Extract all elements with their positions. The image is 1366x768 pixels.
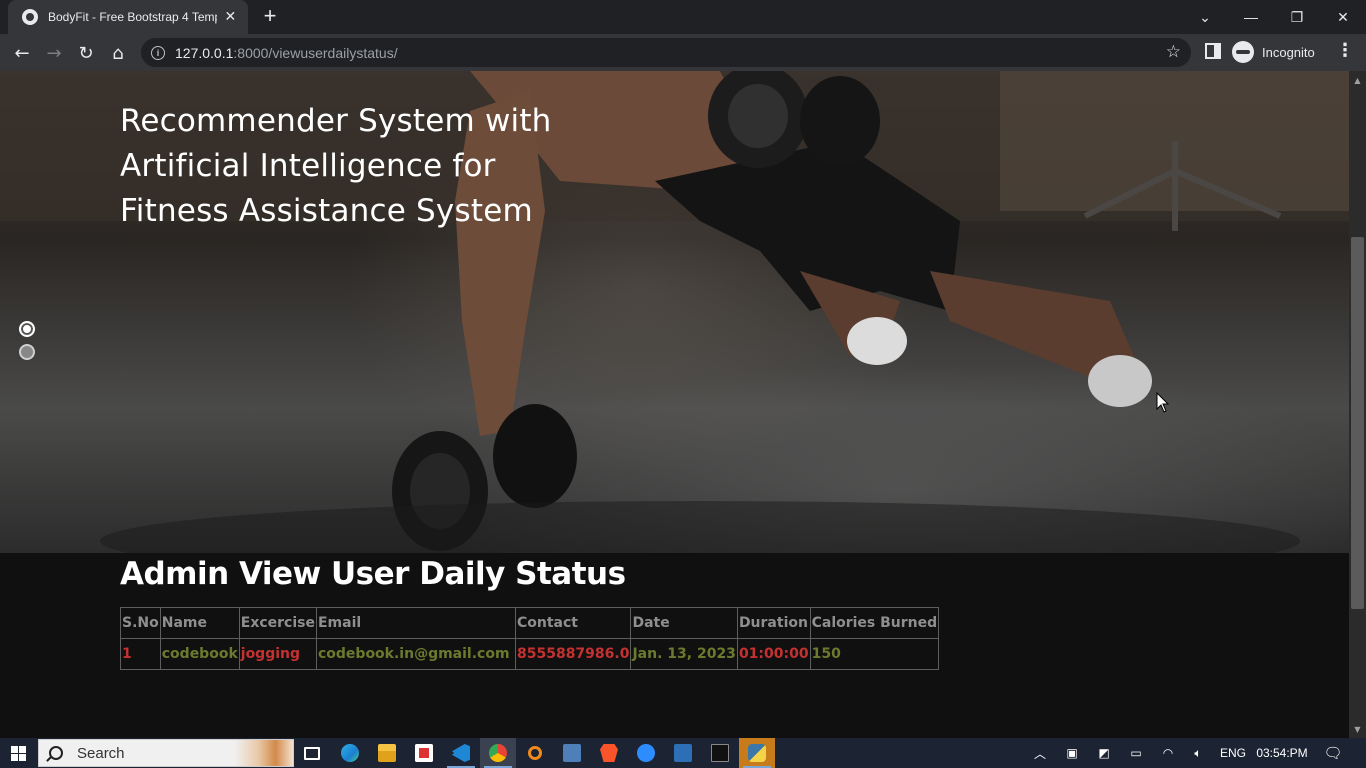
table-header-row: S.No Name Excercise Email Contact Date D… (120, 607, 940, 639)
zoom-icon[interactable] (628, 738, 664, 768)
column-header-duration: Duration (736, 607, 811, 639)
page-scrollbar[interactable]: ▲ ▼ (1349, 71, 1366, 738)
notification-center-icon[interactable]: 🗨︎ (1322, 738, 1344, 768)
minimize-button[interactable]: — (1228, 0, 1274, 34)
battery-icon[interactable]: ▭ (1126, 738, 1146, 768)
column-header-contact: Contact (514, 607, 632, 639)
search-highlight-image (235, 740, 293, 766)
tab-title: BodyFit - Free Bootstrap 4 Templ (48, 10, 217, 24)
search-icon (49, 746, 63, 760)
python-app-icon[interactable] (739, 738, 775, 768)
cell-exercise: jogging (238, 638, 317, 670)
scroll-down-arrow-icon[interactable]: ▼ (1349, 722, 1366, 736)
task-view-icon[interactable] (294, 738, 330, 768)
kebab-menu-icon[interactable]: ⋮ (1336, 40, 1354, 61)
column-header-exercise: Excercise (238, 607, 317, 639)
cell-duration: 01:00:00 (736, 638, 811, 670)
remote-desktop-icon[interactable] (665, 738, 701, 768)
cell-email: codebook.in@gmail.com (315, 638, 516, 670)
column-header-email: Email (315, 607, 516, 639)
site-info-icon[interactable]: i (151, 45, 165, 60)
cell-name: codebook (159, 638, 240, 670)
restore-button[interactable]: ❐ (1274, 0, 1320, 34)
bookmark-star-icon[interactable]: ☆ (1166, 43, 1181, 61)
scrollbar-thumb[interactable] (1351, 237, 1364, 609)
daily-status-table: S.No Name Excercise Email Contact Date D… (120, 607, 940, 670)
cell-calories: 150 (809, 638, 940, 670)
back-arrow-icon[interactable]: ← (8, 39, 36, 67)
browser-toolbar: ← → ↻ ⌂ i 127.0.0.1:8000/viewuserdailyst… (0, 34, 1366, 71)
vscode-icon[interactable] (443, 738, 479, 768)
column-header-name: Name (159, 607, 240, 639)
column-header-sno: S.No (120, 607, 161, 639)
show-hidden-icons-chevron-icon[interactable]: ︿ (1030, 738, 1050, 768)
hero-banner: Recommender System with Artificial Intel… (0, 71, 1349, 553)
windows-logo-icon (10, 745, 26, 761)
new-tab-button[interactable]: + (258, 5, 282, 29)
file-explorer-icon[interactable] (369, 738, 405, 768)
search-placeholder: Search (77, 744, 125, 762)
incognito-label: Incognito (1262, 44, 1315, 60)
office-app-icon[interactable] (406, 738, 442, 768)
address-bar[interactable]: i 127.0.0.1:8000/viewuserdailystatus/ ☆ (141, 38, 1191, 67)
cell-sno: 1 (120, 638, 161, 670)
language-indicator[interactable]: ENG (1218, 738, 1248, 768)
cell-contact: 8555887986.0 (514, 638, 632, 670)
tab-close-icon[interactable]: ✕ (223, 9, 238, 25)
brave-browser-icon[interactable] (591, 738, 627, 768)
column-header-date: Date (630, 607, 738, 639)
browser-tab[interactable]: BodyFit - Free Bootstrap 4 Templ ✕ (8, 0, 248, 34)
close-window-button[interactable]: ✕ (1320, 0, 1366, 34)
meet-camera-icon[interactable]: ▣ (1062, 738, 1082, 768)
page-title: Admin View User Daily Status (120, 556, 626, 592)
edge-browser-icon[interactable] (332, 738, 368, 768)
taskbar-clock[interactable]: 03:54:PM (1254, 738, 1310, 768)
reload-icon[interactable]: ↻ (72, 39, 100, 67)
taskbar-search-box[interactable]: Search (38, 739, 294, 767)
incognito-profile-button[interactable]: Incognito (1232, 39, 1315, 65)
forward-arrow-icon[interactable]: → (40, 39, 68, 67)
app-window-icon[interactable] (554, 738, 590, 768)
hero-title: Recommender System with Artificial Intel… (120, 103, 552, 229)
wifi-icon[interactable]: ◠ (1158, 738, 1178, 768)
volume-icon[interactable]: 🔈︎ (1188, 738, 1208, 768)
cell-date: Jan. 13, 2023 (630, 638, 738, 670)
content-section: Admin View User Daily Status S.No Name E… (0, 553, 1349, 738)
search-tool-icon[interactable] (517, 738, 553, 768)
scroll-up-arrow-icon[interactable]: ▲ (1349, 73, 1366, 87)
side-panel-icon[interactable] (1205, 43, 1221, 59)
table-row: 1 codebook jogging codebook.in@gmail.com… (120, 638, 940, 670)
tab-search-chevron-icon[interactable]: ⌄ (1182, 0, 1228, 34)
home-icon[interactable]: ⌂ (104, 39, 132, 67)
windows-taskbar: Search ︿ ▣ ◩ ▭ ◠ 🔈︎ ENG 03:54:PM 🗨︎ (0, 738, 1366, 768)
incognito-icon (1232, 41, 1254, 63)
page-viewport: Recommender System with Artificial Intel… (0, 71, 1349, 738)
carousel-indicator-2[interactable] (19, 344, 35, 360)
carousel-indicator-1[interactable] (19, 321, 35, 337)
browser-tab-strip: BodyFit - Free Bootstrap 4 Templ ✕ + ⌄ —… (0, 0, 1366, 34)
column-header-calories: Calories Burned (809, 607, 940, 639)
start-button[interactable] (0, 738, 36, 768)
mouse-cursor-icon (1156, 392, 1170, 413)
terminal-icon[interactable] (702, 738, 738, 768)
globe-icon (22, 9, 38, 25)
chrome-browser-icon[interactable] (480, 738, 516, 768)
url-text[interactable]: 127.0.0.1:8000/viewuserdailystatus/ (175, 45, 398, 61)
security-center-icon[interactable]: ◩ (1094, 738, 1114, 768)
